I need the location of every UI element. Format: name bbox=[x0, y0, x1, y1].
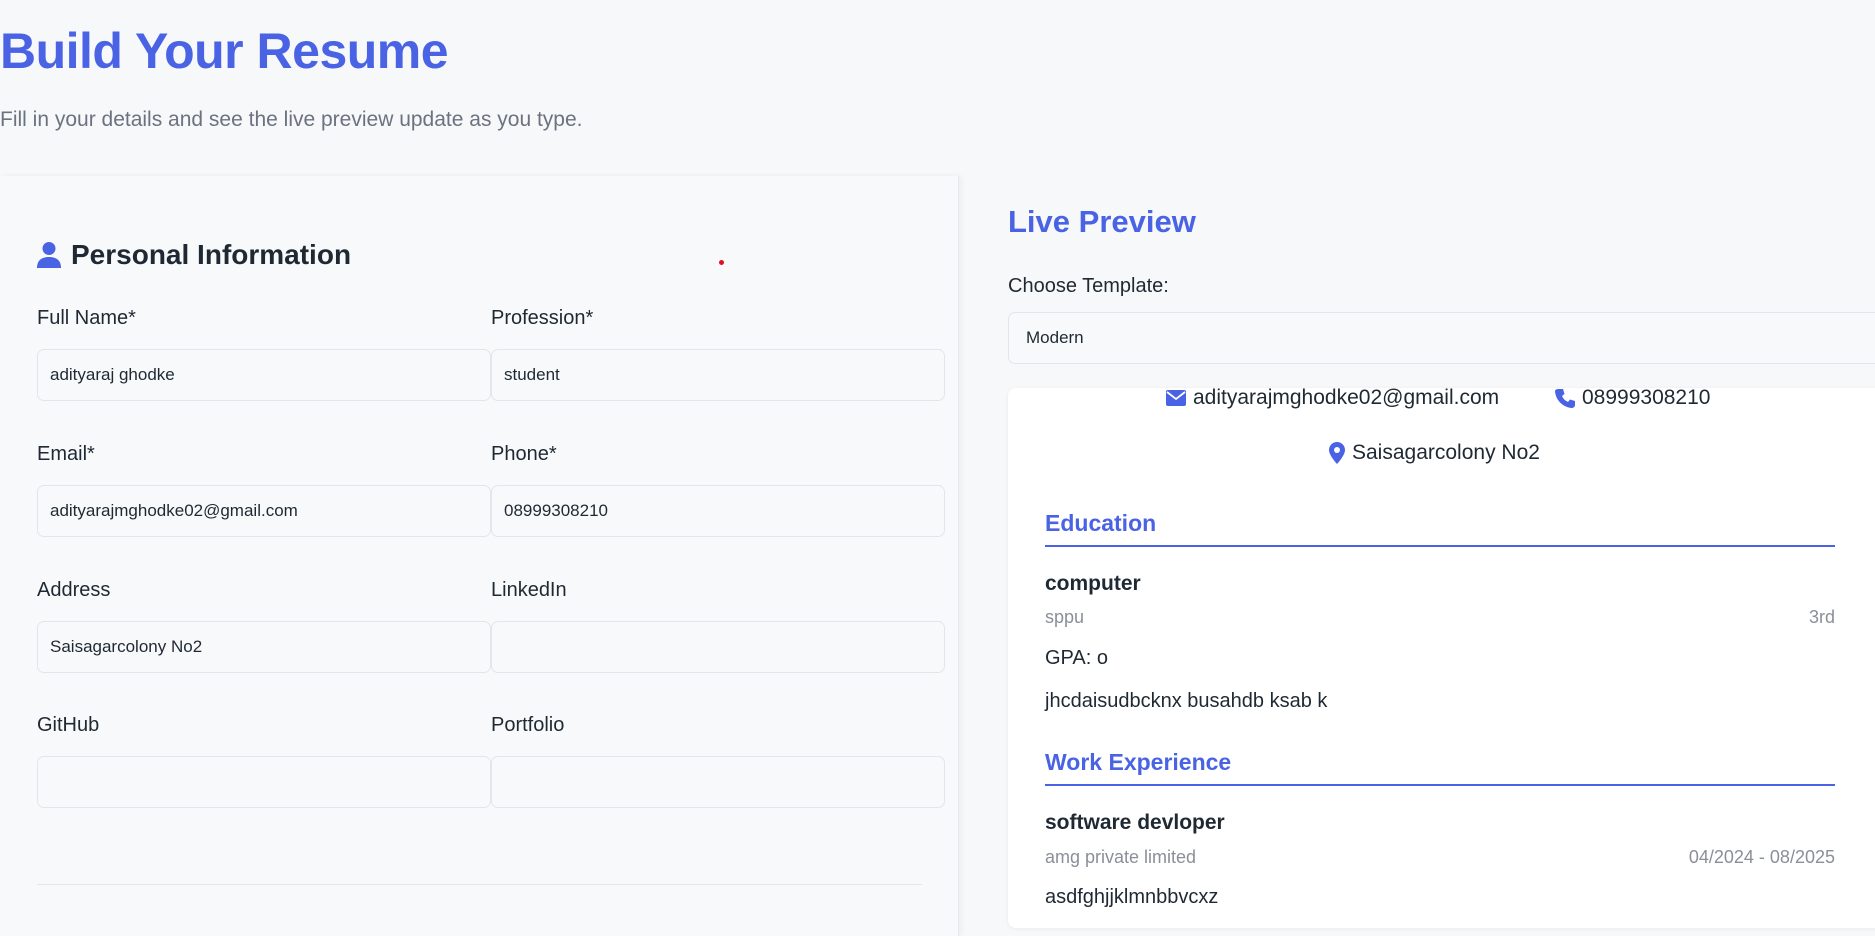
preview-address: Saisagarcolony No2 bbox=[1329, 441, 1540, 465]
education-institution: sppu bbox=[1045, 607, 1085, 627]
experience-company: amg private limited bbox=[1045, 847, 1197, 867]
linkedin-label: LinkedIn bbox=[491, 579, 567, 601]
portfolio-field: Portfolio bbox=[491, 712, 945, 808]
github-input[interactable] bbox=[37, 756, 491, 808]
linkedin-input[interactable] bbox=[491, 621, 945, 673]
full-name-input[interactable] bbox=[37, 349, 491, 401]
portfolio-input[interactable] bbox=[491, 756, 945, 808]
preview-phone: 08999308210 bbox=[1555, 386, 1710, 410]
work-experience-heading: Work Experience bbox=[1045, 749, 1835, 786]
education-gpa: GPA: o bbox=[1045, 647, 1108, 669]
experience-description: asdfghjjklmnbbvcxz bbox=[1045, 886, 1219, 908]
choose-template-label: Choose Template: bbox=[1008, 275, 1169, 297]
phone-label: Phone* bbox=[491, 443, 557, 465]
cursor-dot bbox=[719, 260, 724, 265]
preview-address-text: Saisagarcolony No2 bbox=[1352, 441, 1540, 464]
linkedin-field: LinkedIn bbox=[491, 577, 945, 673]
phone-field: Phone* bbox=[491, 441, 945, 537]
form-panel bbox=[0, 176, 959, 936]
form-divider bbox=[37, 884, 922, 885]
portfolio-label: Portfolio bbox=[491, 714, 565, 736]
user-icon bbox=[37, 241, 61, 269]
map-pin-icon bbox=[1329, 442, 1345, 464]
preview-email: adityarajmghodke02@gmail.com bbox=[1166, 386, 1499, 410]
personal-info-heading: Personal Information bbox=[37, 239, 351, 271]
phone-icon bbox=[1555, 388, 1575, 408]
profession-field: Profession* bbox=[491, 305, 945, 401]
profession-input[interactable] bbox=[491, 349, 945, 401]
page-subtitle: Fill in your details and see the live pr… bbox=[0, 108, 583, 131]
address-field: Address bbox=[37, 577, 491, 673]
preview-phone-text: 08999308210 bbox=[1582, 386, 1711, 409]
page-title: Build Your Resume bbox=[0, 23, 449, 79]
preview-email-text: adityarajmghodke02@gmail.com bbox=[1193, 386, 1500, 409]
github-field: GitHub bbox=[37, 712, 491, 808]
address-input[interactable] bbox=[37, 621, 491, 673]
github-label: GitHub bbox=[37, 714, 100, 736]
profession-label: Profession* bbox=[491, 307, 594, 329]
email-input[interactable] bbox=[37, 485, 491, 537]
full-name-field: Full Name* bbox=[37, 305, 491, 401]
live-preview-title: Live Preview bbox=[1008, 204, 1196, 239]
template-select[interactable]: Modern bbox=[1008, 312, 1875, 364]
email-label: Email* bbox=[37, 443, 95, 465]
experience-role: software devloper bbox=[1045, 811, 1225, 834]
envelope-icon bbox=[1166, 390, 1186, 406]
full-name-label: Full Name* bbox=[37, 307, 136, 329]
experience-dates: 04/2024 - 08/2025 bbox=[1688, 847, 1835, 867]
email-field: Email* bbox=[37, 441, 491, 537]
education-heading: Education bbox=[1045, 510, 1835, 547]
section-title: Personal Information bbox=[71, 239, 352, 270]
education-year: 3rd bbox=[1808, 607, 1835, 627]
education-degree: computer bbox=[1045, 572, 1141, 595]
education-description: jhcdaisudbcknx busahdb ksab k bbox=[1045, 690, 1328, 712]
address-label: Address bbox=[37, 579, 111, 601]
phone-input[interactable] bbox=[491, 485, 945, 537]
